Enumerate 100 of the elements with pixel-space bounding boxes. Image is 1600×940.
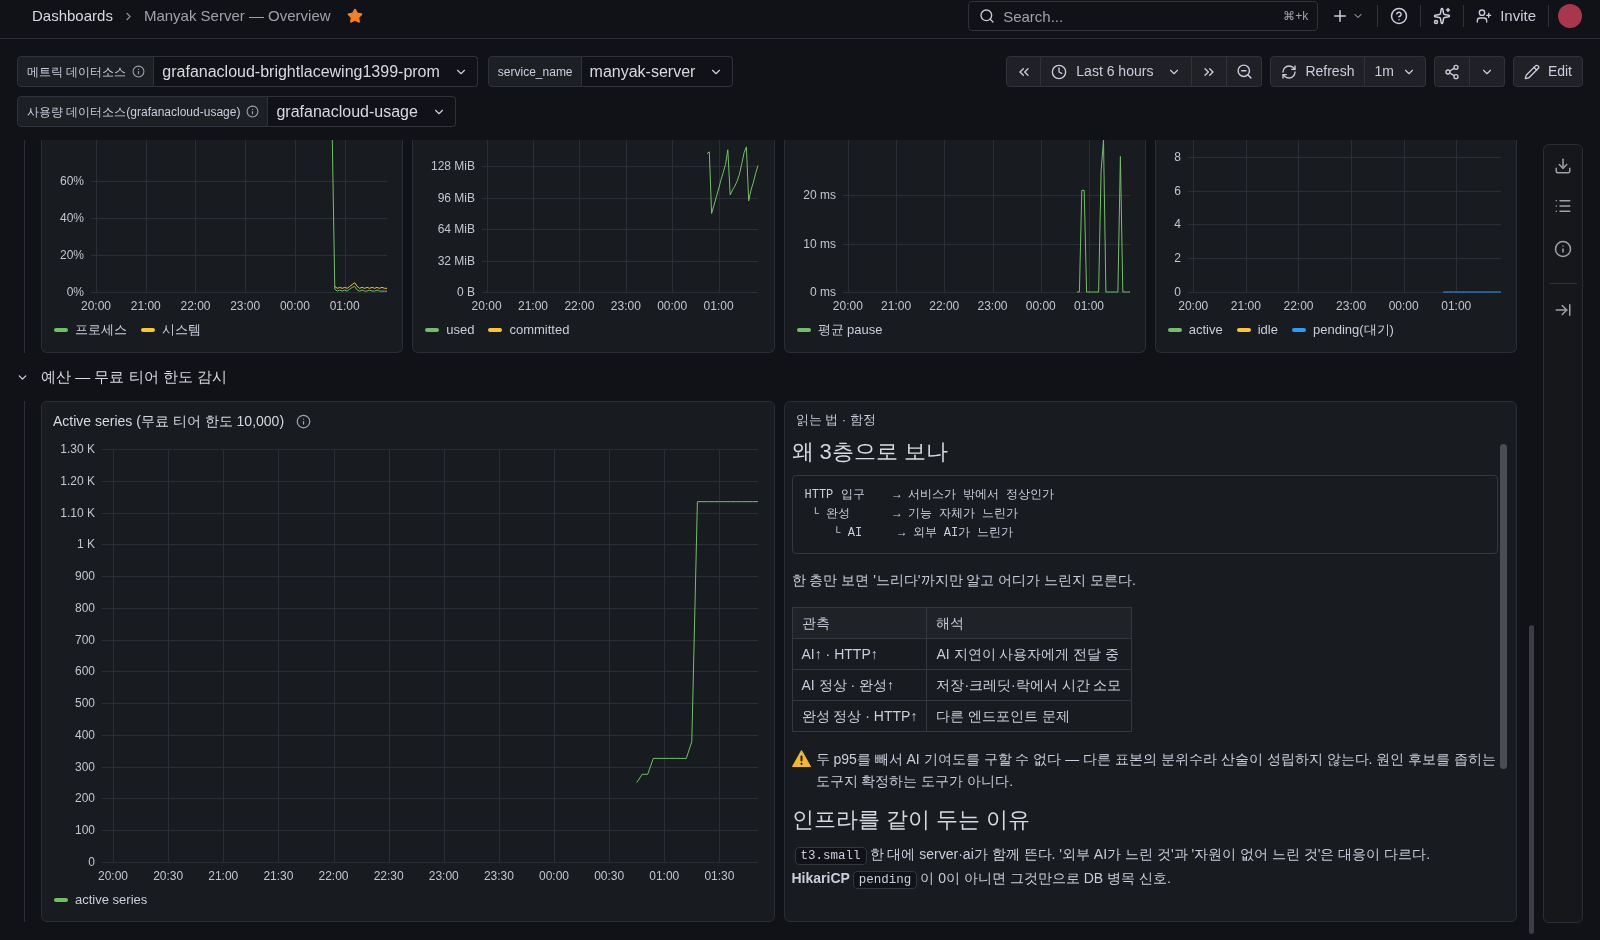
y-axis-label: 0%	[66, 285, 84, 299]
variable-label: service_name	[497, 63, 573, 81]
table-cell: AI 정상 · 완성↑	[792, 669, 927, 701]
info-icon[interactable]	[246, 105, 260, 118]
y-axis-label: 0 ms	[809, 285, 836, 299]
zoom-out-icon	[1235, 63, 1253, 80]
legend-label[interactable]: committed	[509, 320, 570, 340]
x-axis-label: 01:00	[703, 299, 734, 313]
legend-label[interactable]: 프로세스	[75, 320, 127, 340]
warning-icon	[791, 750, 811, 767]
share-button[interactable]	[1433, 56, 1470, 87]
panel-title: Active series (무료 티어 한도 10,000)	[53, 412, 285, 431]
variable-select[interactable]: grafanacloud-usage	[268, 96, 456, 127]
info-icon[interactable]	[296, 414, 312, 429]
y-axis-label: 96 MiB	[437, 190, 476, 205]
y-axis-label: 100	[74, 823, 95, 838]
y-axis-label: 0 B	[457, 285, 476, 299]
legend-label[interactable]: idle	[1257, 320, 1278, 340]
y-axis-label: 1.10 K	[60, 505, 95, 520]
list-icon[interactable]	[1554, 197, 1572, 215]
y-axis-label: 400	[74, 727, 95, 742]
legend-label[interactable]: 시스템	[162, 320, 201, 340]
x-axis-label: 00:00	[1388, 299, 1419, 313]
search-icon	[979, 8, 996, 24]
series-line	[706, 146, 759, 214]
x-axis-label: 00:00	[279, 299, 310, 313]
scrollbar[interactable]	[1529, 625, 1534, 934]
table-cell: 저장·크레딧·락에서 시간 소모	[926, 669, 1131, 701]
x-axis-label: 21:00	[1230, 299, 1261, 313]
x-axis-label: 00:30	[594, 869, 625, 883]
y-axis-label: 64 MiB	[437, 222, 476, 237]
clock-icon	[1051, 63, 1068, 80]
x-axis-label: 23:00	[230, 299, 261, 313]
edit-button[interactable]: Edit	[1512, 56, 1583, 87]
refresh-icon	[1281, 63, 1298, 80]
legend-label[interactable]: pending(대기)	[1312, 320, 1394, 340]
x-axis-label: 22:00	[318, 869, 349, 883]
time-range-picker[interactable]: Last 6 hours	[1041, 56, 1193, 87]
table-cell: 다른 엔드포인트 문제	[926, 700, 1131, 732]
x-axis-label: 20:30	[153, 869, 184, 883]
table-cell: 완성 정상 · HTTP↑	[792, 700, 927, 732]
y-axis-label: 500	[74, 696, 95, 711]
star-icon[interactable]	[346, 8, 363, 24]
scrollbar[interactable]	[1500, 444, 1507, 769]
code-block: HTTP 입구 → 서비스가 밖에서 정상인가 └ 완성 → 기능 자체가 느린가 └ AI → 외부 AI가 느린가	[791, 475, 1498, 554]
x-axis-label: 01:00	[1073, 299, 1104, 313]
help-icon[interactable]	[1390, 7, 1409, 25]
time-forward-button[interactable]	[1192, 56, 1228, 87]
legend-label[interactable]: active series	[75, 890, 148, 910]
refresh-interval-picker[interactable]: 1m	[1365, 56, 1426, 87]
breadcrumb-item[interactable]: Manyak Server — Overview	[143, 4, 331, 28]
paragraph: t3.small 한 대에 server·ai가 함께 뜬다. '외부 AI가 느린 것'과 '자원이 없어 느린 것'은 대응이 다르다. HikariCP pending 이 0이 아니면 그것만으로 DB 병목 신호.	[791, 845, 1432, 891]
download-icon[interactable]	[1554, 157, 1572, 175]
y-axis-label: 700	[74, 632, 95, 647]
x-axis-label: 21:30	[263, 869, 294, 883]
y-axis-label: 0	[1174, 285, 1181, 299]
info-icon[interactable]	[132, 65, 146, 78]
y-axis-label: 32 MiB	[437, 253, 476, 268]
x-axis-label: 00:00	[657, 299, 688, 313]
x-axis-label: 23:00	[611, 299, 642, 313]
y-axis-label: 20 ms	[802, 188, 836, 203]
x-axis-label: 01:30	[704, 869, 735, 883]
x-axis-label: 00:00	[539, 869, 570, 883]
shortcut-hint: ⌘+k	[1283, 8, 1309, 24]
x-axis-label: 20:00	[80, 299, 111, 313]
x-axis-label: 23:00	[1335, 299, 1366, 313]
info-icon[interactable]	[1554, 240, 1572, 258]
breadcrumb-item[interactable]: Dashboards	[32, 4, 113, 28]
x-axis-label: 20:00	[832, 299, 863, 313]
table-cell: AI 지연이 사용자에게 전달 중	[926, 638, 1131, 670]
y-axis-label: 300	[74, 759, 95, 774]
legend-label[interactable]: used	[446, 320, 475, 340]
zoom-out-button[interactable]	[1227, 56, 1263, 87]
x-axis-label: 00:00	[1025, 299, 1056, 313]
y-axis-label: 60%	[59, 173, 84, 188]
y-axis-label: 800	[74, 600, 95, 615]
x-axis-label: 22:00	[1283, 299, 1314, 313]
avatar[interactable]	[1558, 4, 1582, 28]
x-axis-label: 21:00	[880, 299, 911, 313]
time-back-button[interactable]	[1006, 56, 1042, 87]
x-axis-label: 01:00	[649, 869, 680, 883]
x-axis-label: 21:00	[518, 299, 549, 313]
x-axis-label: 01:00	[329, 299, 360, 313]
x-axis-label: 01:00	[1441, 299, 1472, 313]
warning-text: 두 p95를 빼서 AI 기여도를 구할 수 없다 — 다른 표본의 분위수라 산술이 성립하지 않는다. 원인 후보를 좁히는 도구지 확정하는 도구가 아니다.	[815, 750, 1498, 791]
refresh-button[interactable]: Refresh	[1270, 56, 1366, 87]
legend-label[interactable]: active	[1188, 320, 1223, 340]
sparkle-icon[interactable]	[1433, 7, 1452, 25]
x-axis-label: 22:30	[373, 869, 404, 883]
invite-button[interactable]: Invite	[1473, 2, 1539, 30]
section-title[interactable]: 예산 — 무료 티어 한도 감시	[41, 365, 227, 389]
legend-label[interactable]: 평균 pause	[817, 320, 883, 340]
arrow-to-line-icon[interactable]	[1554, 301, 1572, 319]
variable-select[interactable]: manyak-server	[581, 56, 734, 87]
x-axis-label: 21:00	[130, 299, 161, 313]
variable-select[interactable]: grafanacloud-brightlacewing1399-prom	[154, 56, 478, 87]
inline-code: pending	[852, 871, 918, 889]
panel-title: 읽는 법 · 함정	[795, 411, 876, 430]
y-axis-label: 600	[74, 664, 95, 679]
inline-code: t3.small	[794, 847, 867, 865]
